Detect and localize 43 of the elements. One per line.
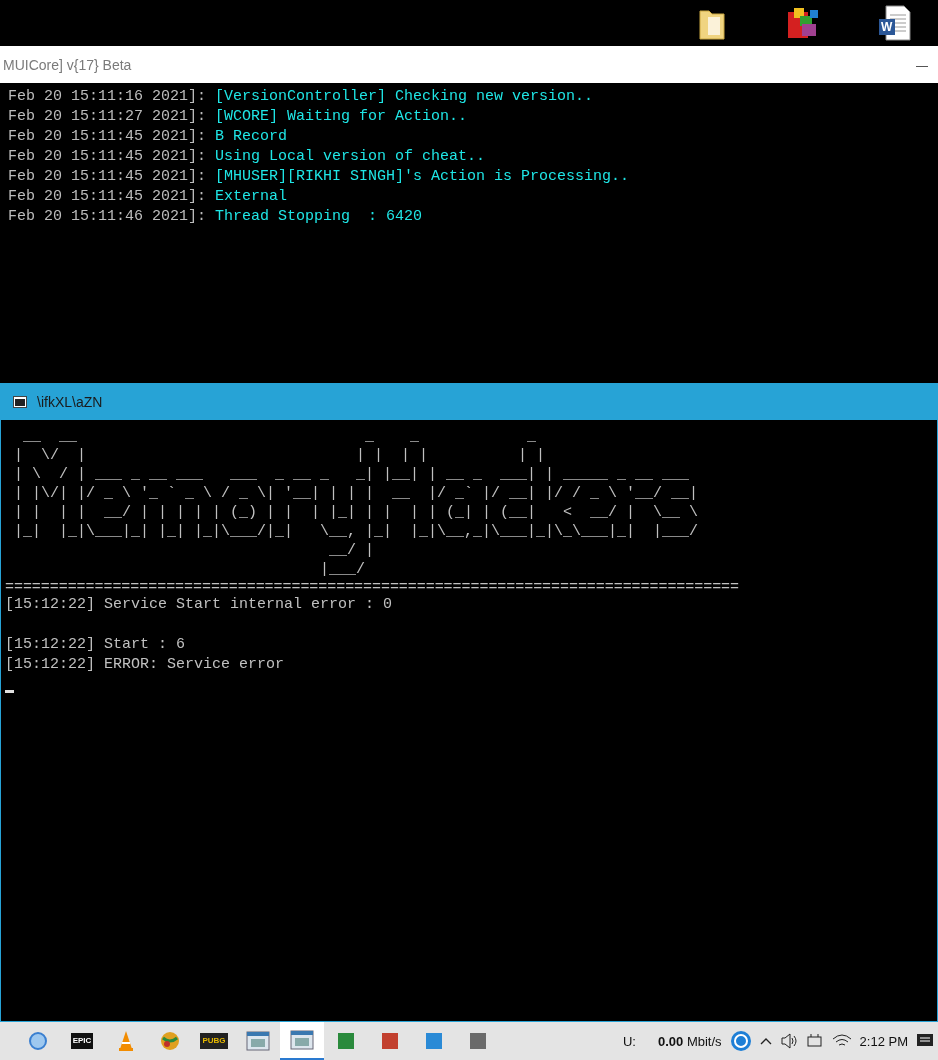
app-icon xyxy=(337,1032,355,1050)
taskbar-button[interactable]: EPIC xyxy=(60,1022,104,1060)
cone-icon xyxy=(118,1030,134,1052)
circle-icon xyxy=(28,1031,48,1051)
clock[interactable]: 2:12 PM xyxy=(859,1033,908,1049)
speaker-icon[interactable] xyxy=(779,1033,798,1049)
log-timestamp: Feb 20 15:11:16 2021]: xyxy=(8,88,208,105)
log-timestamp: Feb 20 15:11:45 2021]: xyxy=(8,168,208,185)
log-message: [VersionController] Checking new version.. xyxy=(215,88,594,105)
log-message: Using Local version of cheat.. xyxy=(215,148,486,165)
network-speed: 0.00 Mbit/s xyxy=(657,1033,722,1049)
window-icon xyxy=(290,1030,314,1050)
taskbar-button[interactable] xyxy=(280,1022,324,1060)
log-message: [MHUSER][RIKHI SINGH]'s Action is Processing.. xyxy=(215,168,630,185)
notification-icon[interactable] xyxy=(916,1033,934,1049)
app-logo: EPIC xyxy=(70,1033,94,1049)
caret-up-icon[interactable] xyxy=(759,1037,772,1045)
log-timestamp: Feb 20 15:11:27 2021]: xyxy=(8,108,208,125)
console-line: [15:12:22] Service Start internal error : 0 xyxy=(5,595,394,615)
app-icon xyxy=(381,1032,399,1050)
window-title: MUICore] v{17} Beta xyxy=(3,56,132,73)
network-label: U: xyxy=(622,1033,636,1049)
console-line: [15:12:22] Start : 6 xyxy=(5,635,187,655)
log-timestamp: Feb 20 15:11:45 2021]: xyxy=(8,128,208,145)
separator-line: ================================================================================== xyxy=(5,581,741,595)
log-message: B Record xyxy=(215,128,288,145)
log-message: [WCORE] Waiting for Action.. xyxy=(215,108,468,125)
window-icon xyxy=(246,1031,270,1051)
console-line: [15:12:22] ERROR: Service error xyxy=(5,655,286,675)
app-icon xyxy=(469,1032,487,1050)
text-cursor xyxy=(5,690,14,693)
log-timestamp: Feb 20 15:11:45 2021]: xyxy=(8,148,208,165)
app-logo: PUBG xyxy=(200,1033,228,1049)
log-message: External xyxy=(215,188,288,205)
log-timestamp: Feb 20 15:11:46 2021]: xyxy=(8,208,208,225)
log-timestamp: Feb 20 15:11:45 2021]: xyxy=(8,188,208,205)
window-title: \ifkXL\aZN xyxy=(37,393,103,410)
taskbar-button[interactable]: PUBG xyxy=(192,1022,236,1060)
ascii-art-title: __ __ _ _ _ | \/ | | | | | | | | \ / | ___ _ __ ___ ___ _ __ _ _| |__| | __ _ ___| | _____ _ __ ___ | |\/| |/ _ \ '_ ` _ \ / _ \| '__| | | | __ |/ _` |/ __| |/ / _ \ '__/ __| | | | | __/ | | | | | (_) | | | |_| | | | | (_| | (__| < __/ | \__ \ |_| |_|\___|_| |_| |_|\___/|_| \__, |_| |_|\__,_|\___|_|\_\___|_| |___/ __/ | |___/ xyxy=(14,427,700,579)
console-window-icon xyxy=(13,395,27,408)
log-message: Thread Stopping : 6420 xyxy=(215,208,423,225)
ball-icon xyxy=(159,1030,181,1052)
app-icon xyxy=(425,1032,443,1050)
